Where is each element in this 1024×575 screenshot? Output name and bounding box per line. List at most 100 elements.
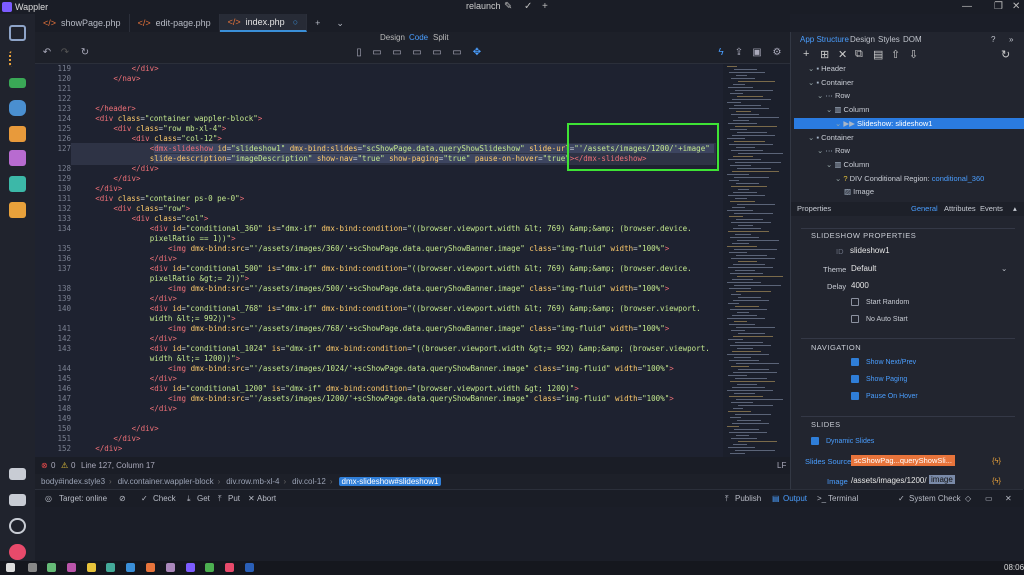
tab-design[interactable]: Design: [850, 35, 875, 44]
file-explorer-icon[interactable]: [87, 563, 96, 572]
tab-attributes[interactable]: Attributes: [944, 204, 976, 213]
tab-edit-page[interactable]: </> edit-page.php: [130, 14, 220, 32]
wappler-taskbar-icon[interactable]: [225, 563, 234, 572]
edge-icon[interactable]: [126, 563, 135, 572]
expand-icon[interactable]: ▴: [1013, 204, 1017, 213]
tab-events[interactable]: Events: [980, 204, 1003, 213]
dynamic-slides-checkbox[interactable]: [811, 437, 819, 445]
view-design-button[interactable]: Design: [380, 33, 405, 42]
avatar[interactable]: [9, 544, 26, 560]
collapse-panel-icon[interactable]: »: [1009, 35, 1013, 44]
view-code-button[interactable]: Code: [409, 33, 428, 42]
delete-icon[interactable]: ✕: [838, 48, 847, 61]
lightning-icon[interactable]: ϟ: [715, 47, 727, 59]
tree-node[interactable]: ⌄ ▪ Container: [808, 78, 854, 87]
put-button[interactable]: Put: [228, 494, 240, 503]
show-next-prev-checkbox[interactable]: [851, 358, 859, 366]
mobile-view-icon[interactable]: ▯: [353, 47, 365, 59]
move-up-icon[interactable]: ⇧: [891, 48, 900, 61]
tab-dom[interactable]: DOM: [903, 35, 922, 44]
chrome-icon[interactable]: [205, 563, 214, 572]
restore-icon[interactable]: ❐: [994, 1, 1003, 12]
target-select[interactable]: Target: online: [59, 494, 107, 503]
minimize-icon[interactable]: —: [962, 1, 972, 12]
extensions-icon[interactable]: [9, 468, 26, 480]
edit-icon[interactable]: ✎: [504, 1, 512, 12]
tab-index[interactable]: </> index.php ○: [219, 14, 308, 32]
move-down-icon[interactable]: ⇩: [909, 48, 918, 61]
dynamic-data-icon[interactable]: {ϟ}: [992, 476, 1001, 485]
tab-general[interactable]: General: [911, 204, 938, 213]
copy-icon[interactable]: ⧉: [855, 48, 863, 61]
terminal-tab[interactable]: Terminal: [828, 494, 858, 503]
add-icon[interactable]: +: [542, 1, 548, 12]
tree-node[interactable]: ▨ Image: [844, 187, 874, 196]
view-split-button[interactable]: Split: [433, 33, 449, 42]
output-tab[interactable]: Output: [783, 494, 807, 503]
share-icon[interactable]: [9, 494, 26, 506]
slides-source-token[interactable]: scShowPag...queryShowSli...: [851, 455, 955, 466]
breadcrumb-item[interactable]: div.row.mb-xl-4: [226, 477, 279, 486]
tab-app-structure[interactable]: App Structure: [800, 35, 849, 44]
start-random-checkbox[interactable]: [851, 298, 859, 306]
close-panel-icon[interactable]: ✕: [1005, 494, 1012, 503]
check-circle-icon[interactable]: ⊘: [119, 494, 126, 503]
clipboard-icon[interactable]: [9, 202, 26, 218]
laptop-view-icon[interactable]: ▭: [411, 47, 423, 59]
tree-node[interactable]: ⌄ ▪ Header: [808, 64, 846, 73]
warning-icon[interactable]: ⚠: [61, 461, 68, 470]
tree-node[interactable]: ⌄ ▪ Container: [808, 133, 854, 142]
taskbar-app-icon[interactable]: [106, 563, 115, 572]
resources-icon[interactable]: [9, 150, 26, 166]
undo-icon[interactable]: ↶: [41, 47, 53, 59]
tree-node[interactable]: ⌄ ⋯ Row: [817, 91, 850, 100]
taskbar-app-icon[interactable]: [166, 563, 175, 572]
close-icon[interactable]: ✕: [1012, 1, 1020, 12]
tab-styles[interactable]: Styles: [878, 35, 900, 44]
tree-node[interactable]: ⌄ ▥ Column: [826, 105, 869, 114]
refresh-icon[interactable]: ↻: [79, 47, 91, 59]
minimap[interactable]: [723, 64, 790, 457]
taskbar-app-icon[interactable]: [67, 563, 76, 572]
lock-icon[interactable]: ▭: [985, 494, 993, 503]
breadcrumb-item[interactable]: div.col-12: [292, 477, 326, 486]
desktop-view-icon[interactable]: ▭: [431, 47, 443, 59]
fullwidth-view-icon[interactable]: ✥: [471, 47, 483, 59]
delay-field[interactable]: 4000: [851, 281, 869, 290]
abort-button[interactable]: Abort: [257, 494, 276, 503]
new-tab-button[interactable]: +: [307, 14, 328, 32]
line-ending[interactable]: LF: [777, 461, 786, 470]
id-field[interactable]: slideshow1: [850, 246, 890, 255]
tree-node[interactable]: ⌄ ▶▶ Slideshow: slideshow1: [835, 119, 932, 128]
breadcrumb-item[interactable]: body#index.style3: [41, 477, 105, 486]
add-icon[interactable]: +: [803, 48, 809, 60]
show-paging-checkbox[interactable]: [851, 375, 859, 383]
publish-button[interactable]: Publish: [735, 494, 761, 503]
system-check-tab[interactable]: System Check: [909, 494, 961, 503]
firefox-icon[interactable]: [146, 563, 155, 572]
paste-icon[interactable]: ▤: [873, 48, 883, 61]
routing-icon[interactable]: [9, 126, 26, 142]
get-button[interactable]: Get: [197, 494, 210, 503]
tablet-view-icon[interactable]: ▭: [371, 47, 383, 59]
task-view-icon[interactable]: [28, 563, 37, 572]
check-icon[interactable]: ✓: [524, 1, 532, 12]
refresh-icon[interactable]: ↻: [1001, 48, 1010, 61]
tab-dropdown-icon[interactable]: ⌄: [328, 14, 352, 32]
pause-on-hover-checkbox[interactable]: [851, 392, 859, 400]
tab-showpage[interactable]: </> showPage.php: [35, 14, 130, 32]
share-icon[interactable]: ⇪: [733, 47, 745, 59]
breadcrumb-item-active[interactable]: dmx-slideshow#slideshow1: [338, 477, 442, 486]
image-path[interactable]: /assets/images/1200/: [851, 476, 927, 485]
tablet-landscape-icon[interactable]: ▭: [391, 47, 403, 59]
taskbar-app-icon[interactable]: [47, 563, 56, 572]
redo-icon[interactable]: ↷: [59, 47, 71, 59]
workflows-icon[interactable]: [9, 78, 26, 88]
tree-node[interactable]: ⌄ ⋯ Row: [817, 146, 850, 155]
pages-icon[interactable]: [9, 25, 26, 41]
project-name[interactable]: relaunch: [466, 1, 501, 11]
clear-icon[interactable]: ◇: [965, 494, 971, 503]
breadcrumb-item[interactable]: div.container.wappler-block: [118, 477, 214, 486]
database-icon[interactable]: [9, 100, 26, 116]
check-button[interactable]: Check: [153, 494, 176, 503]
